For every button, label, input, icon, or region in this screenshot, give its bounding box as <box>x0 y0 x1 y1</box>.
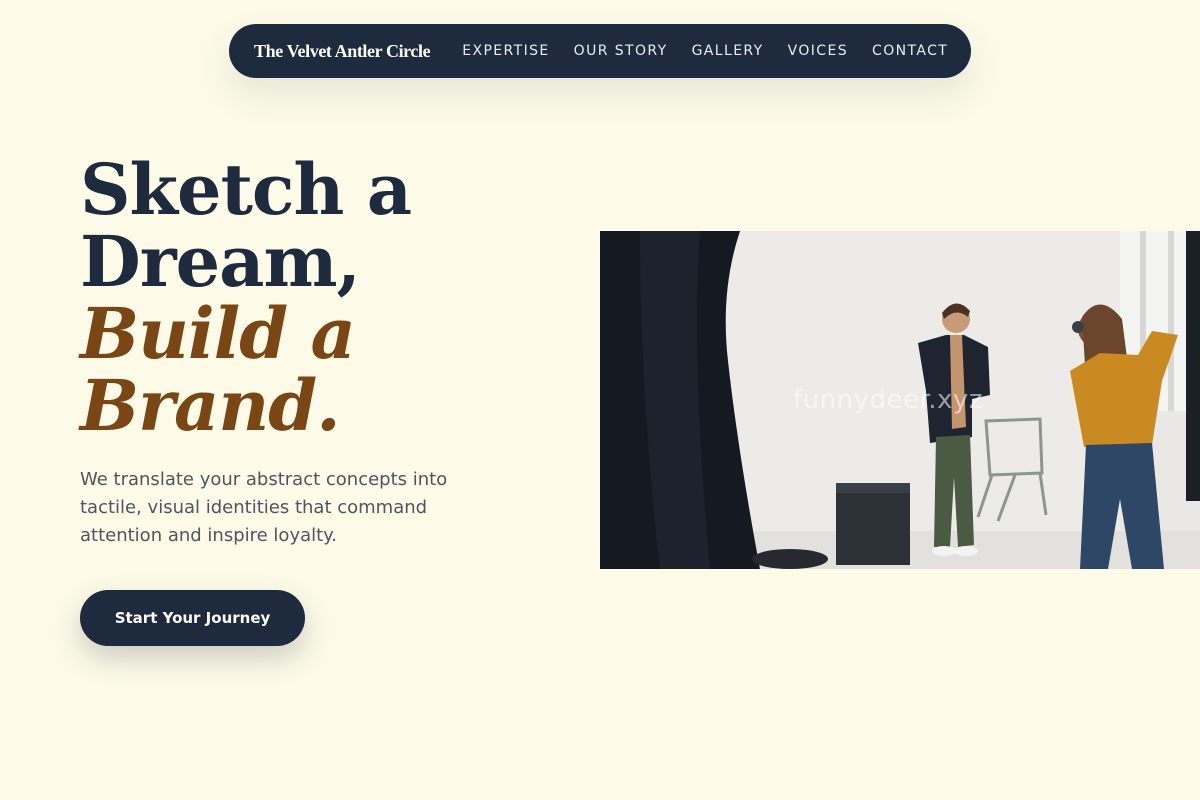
hero-photo: funnydeer.xyz <box>600 231 1200 569</box>
start-journey-button[interactable]: Start Your Journey <box>80 590 305 646</box>
nav-links: EXPERTISE OUR STORY GALLERY VOICES CONTA… <box>462 43 948 59</box>
hero-headline: Sketch a Dream, Build a Brand. <box>80 148 412 447</box>
image-watermark: funnydeer.xyz <box>793 385 983 415</box>
nav-link-voices[interactable]: VOICES <box>788 43 848 59</box>
nav-link-expertise[interactable]: EXPERTISE <box>462 43 549 59</box>
nav-link-contact[interactable]: CONTACT <box>872 43 948 59</box>
nav-link-gallery[interactable]: GALLERY <box>692 43 764 59</box>
hero-description: We translate your abstract concepts into… <box>80 469 448 546</box>
headline-line-1: Sketch a <box>80 148 412 231</box>
brand-logo[interactable]: The Velvet Antler Circle <box>254 41 431 62</box>
headline-accent-line-1: Build a <box>80 292 356 375</box>
headline-accent-line-2: Brand. <box>80 364 341 447</box>
nav-link-our-story[interactable]: OUR STORY <box>574 43 668 59</box>
main-navigation: The Velvet Antler Circle EXPERTISE OUR S… <box>229 24 971 78</box>
headline-line-2: Dream, <box>80 220 361 303</box>
